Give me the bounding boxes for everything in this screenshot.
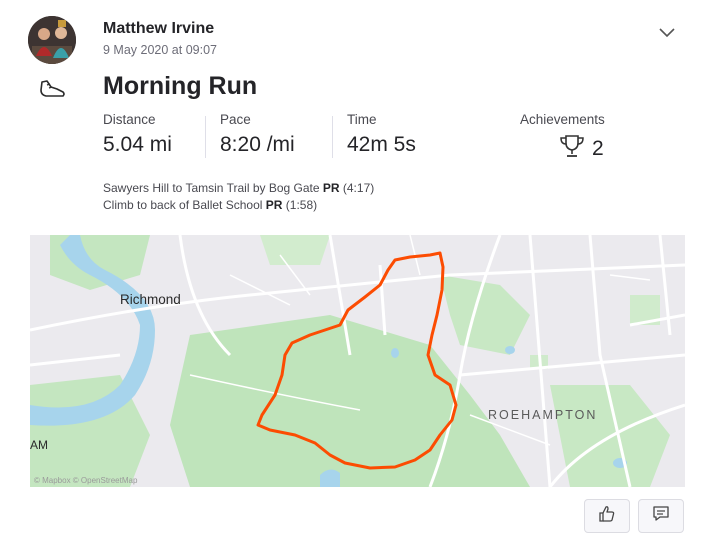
- thumbs-up-icon: [597, 504, 617, 529]
- stat-distance: Distance 5.04 mi: [103, 112, 172, 157]
- stat-pace: Pace 8:20 /mi: [220, 112, 295, 157]
- map-label-edge: AM: [30, 438, 48, 452]
- stat-divider: [332, 116, 333, 158]
- avatar[interactable]: [28, 16, 76, 64]
- segment-name: Climb to back of Ballet School: [103, 198, 263, 212]
- trophy-icon: [558, 133, 586, 165]
- stat-label: Distance: [103, 112, 156, 127]
- stat-value: 5.04 mi: [103, 133, 172, 156]
- kudos-button[interactable]: [584, 499, 630, 533]
- athlete-name[interactable]: Matthew Irvine: [103, 20, 214, 38]
- segment-name: Sawyers Hill to Tamsin Trail by Bog Gate: [103, 181, 320, 195]
- comment-icon: [651, 504, 671, 529]
- pr-badge: PR: [322, 181, 340, 195]
- map-label-roehampton: ROEHAMPTON: [488, 408, 598, 422]
- segment-time: (1:58): [285, 198, 318, 212]
- map-attribution[interactable]: © Mapbox © OpenStreetMap: [34, 476, 137, 485]
- stat-label: Time: [347, 112, 377, 127]
- segment-effort[interactable]: Sawyers Hill to Tamsin Trail by Bog Gate…: [103, 180, 374, 197]
- chevron-down-icon[interactable]: [656, 24, 678, 40]
- segment-effort[interactable]: Climb to back of Ballet School PR (1:58): [103, 197, 374, 214]
- stat-divider: [205, 116, 206, 158]
- stat-label: Pace: [220, 112, 251, 127]
- stat-label: Achievements: [520, 112, 605, 127]
- stat-value: 42m 5s: [347, 133, 416, 156]
- activity-title[interactable]: Morning Run: [103, 72, 257, 101]
- stat-achievements[interactable]: Achievements 2: [520, 112, 605, 165]
- pr-badge: PR: [265, 198, 283, 212]
- activity-timestamp: 9 May 2020 at 09:07: [103, 43, 217, 57]
- route-map[interactable]: Richmond ROEHAMPTON AM © Mapbox © OpenSt…: [30, 235, 685, 487]
- segment-efforts: Sawyers Hill to Tamsin Trail by Bog Gate…: [103, 180, 374, 214]
- shoe-icon: [38, 76, 68, 102]
- achievement-count: 2: [592, 137, 604, 160]
- stat-value: 8:20 /mi: [220, 133, 295, 156]
- segment-time: (4:17): [342, 181, 375, 195]
- comment-button[interactable]: [638, 499, 684, 533]
- map-label-richmond: Richmond: [120, 292, 181, 307]
- stat-time: Time 42m 5s: [347, 112, 416, 157]
- activity-card: Matthew Irvine 9 May 2020 at 09:07 Morni…: [0, 0, 712, 540]
